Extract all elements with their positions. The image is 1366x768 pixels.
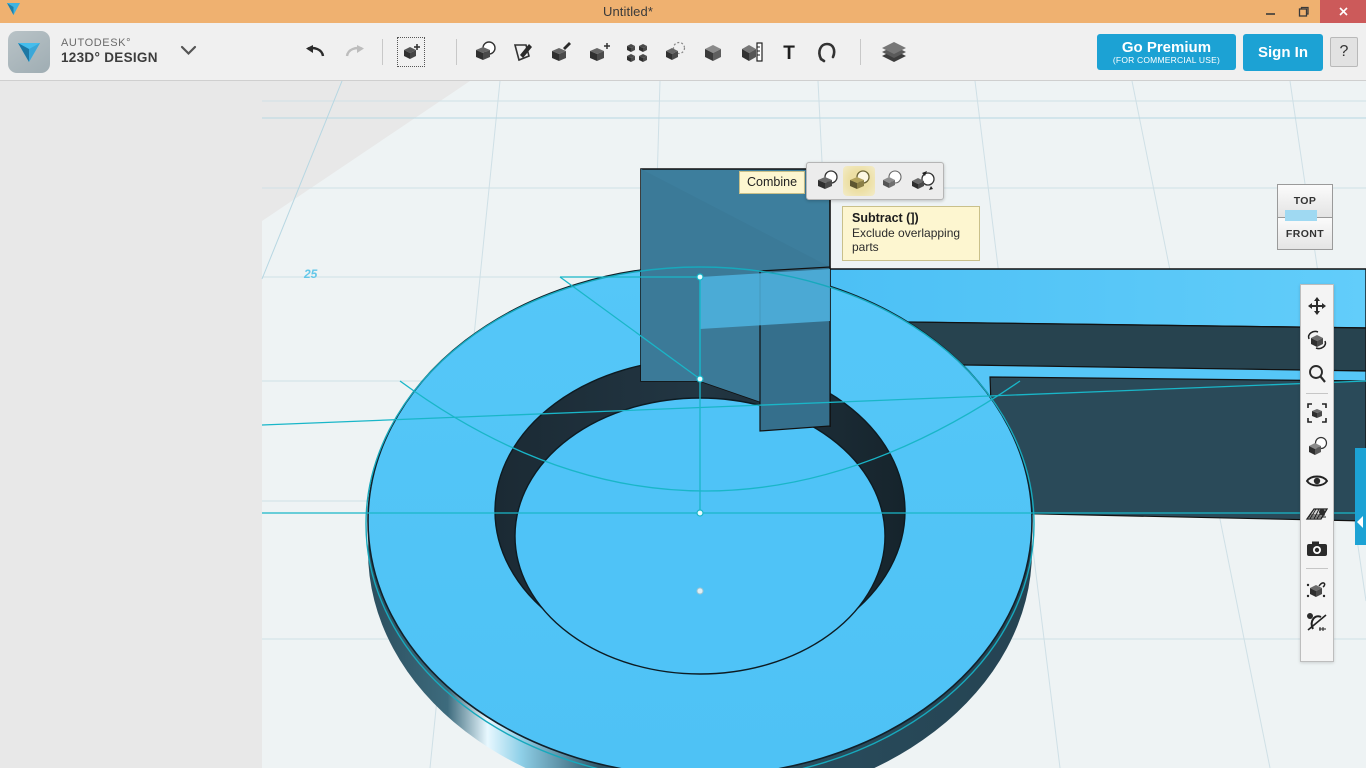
toolbar-item-measure[interactable]: [732, 32, 770, 72]
toolbar-separator: [456, 39, 457, 65]
subtract-tooltip: Subtract (]) Exclude overlapping parts: [842, 206, 980, 261]
brand-area: AUTODESK° 123D° DESIGN: [0, 31, 197, 73]
sign-in-button[interactable]: Sign In: [1243, 34, 1323, 71]
combine-flyout-panel: [806, 162, 944, 200]
view-cube[interactable]: TOP FRONT: [1277, 184, 1333, 250]
navbar-separator: [1306, 393, 1328, 394]
redo-button[interactable]: [335, 32, 373, 72]
toolbar-item-sketch[interactable]: [504, 32, 542, 72]
close-button[interactable]: [1320, 0, 1366, 23]
toolbar-item-material[interactable]: [694, 32, 732, 72]
grid-display-button[interactable]: [1302, 498, 1332, 532]
toolbar-item-text[interactable]: T: [770, 32, 808, 72]
grid-axis-label: 25: [304, 267, 317, 281]
restore-button[interactable]: [1287, 0, 1320, 23]
brand-line-1: AUTODESK°: [61, 37, 158, 50]
toolbar-item-grouping[interactable]: [656, 32, 694, 72]
toolbar-item-snap[interactable]: [808, 32, 846, 72]
ground-grid: [0, 81, 1366, 768]
snap-settings-button[interactable]: [1302, 605, 1332, 639]
brand-line-2: 123D° DESIGN: [61, 50, 158, 66]
toolbar-item-pattern[interactable]: [618, 32, 656, 72]
select-filter-button[interactable]: [1302, 571, 1332, 605]
side-panel-toggle[interactable]: [1355, 448, 1366, 545]
premium-title: Go Premium: [1113, 40, 1220, 57]
toolbar-item-modify[interactable]: [580, 32, 618, 72]
app-logo-icon: [8, 31, 50, 73]
split-transform-button[interactable]: [907, 166, 939, 196]
orbit-button[interactable]: [1302, 323, 1332, 357]
svg-text:T: T: [783, 43, 795, 64]
shading-button[interactable]: [1302, 430, 1332, 464]
fit-to-view-button[interactable]: [1302, 396, 1332, 430]
modeling-tools-group: T: [466, 32, 846, 72]
history-group: [297, 32, 430, 72]
collapse-left-triangle-icon: [1357, 516, 1363, 528]
undo-button[interactable]: [297, 32, 335, 72]
toolbar-item-primitives[interactable]: [392, 32, 430, 72]
zoom-button[interactable]: [1302, 357, 1332, 391]
account-group: Go Premium (FOR COMMERCIAL USE) Sign In …: [1097, 23, 1358, 81]
minimize-button[interactable]: [1254, 0, 1287, 23]
toolbar-separator: [382, 39, 383, 65]
subtract-button[interactable]: [843, 166, 875, 196]
visibility-button[interactable]: [1302, 464, 1332, 498]
toolbar-item-layers[interactable]: [875, 32, 913, 72]
3d-viewport[interactable]: 25 Combine: [0, 81, 1366, 768]
toolbar-item-construct[interactable]: [542, 32, 580, 72]
viewcube-highlight: [1285, 210, 1317, 221]
title-bar: Untitled*: [0, 0, 1366, 23]
premium-subtitle: (FOR COMMERCIAL USE): [1113, 56, 1220, 65]
main-toolbar: AUTODESK° 123D° DESIGN: [0, 23, 1366, 81]
brand-text: AUTODESK° 123D° DESIGN: [61, 37, 158, 65]
intersect-button[interactable]: [875, 166, 907, 196]
merge-button[interactable]: [811, 166, 843, 196]
navigation-toolbar: [1300, 284, 1334, 662]
go-premium-button[interactable]: Go Premium (FOR COMMERCIAL USE): [1097, 34, 1236, 71]
toolbar-separator: [860, 39, 861, 65]
app-logo-small: [0, 0, 26, 23]
camera-button[interactable]: [1302, 532, 1332, 566]
pan-button[interactable]: [1302, 289, 1332, 323]
chevron-down-icon[interactable]: [180, 43, 197, 61]
application-window: Untitled*: [0, 0, 1366, 768]
toolbar-item-combine[interactable]: [466, 32, 504, 72]
help-button[interactable]: ?: [1330, 37, 1358, 67]
combine-group-label: Combine: [739, 171, 805, 194]
tooltip-body: Exclude overlapping parts: [852, 226, 970, 254]
viewcube-front-face[interactable]: FRONT: [1277, 217, 1333, 250]
navbar-separator: [1306, 568, 1328, 569]
tooltip-title: Subtract (]): [852, 211, 970, 225]
window-title: Untitled*: [26, 4, 1366, 19]
window-controls: [1254, 0, 1366, 23]
